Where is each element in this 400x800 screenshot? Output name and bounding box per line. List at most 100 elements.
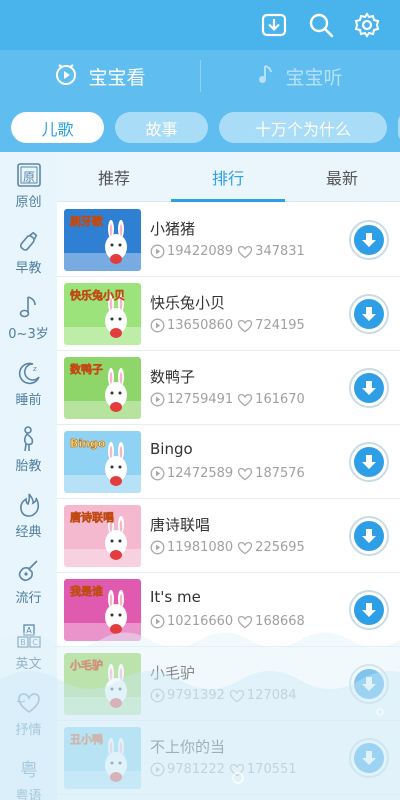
search-icon[interactable] <box>305 9 337 41</box>
sidebar-item-cantonese[interactable]: 粤 粤语 <box>0 746 57 800</box>
song-stats: 10216660 168668 <box>150 614 305 629</box>
play-count: 9781222 <box>167 762 225 777</box>
tab-ranking[interactable]: 排行 <box>171 152 285 202</box>
download-button[interactable] <box>349 590 389 630</box>
thumbnail-caption: 数鸭子 <box>70 362 103 376</box>
song-stats: 12472589 187576 <box>150 466 305 481</box>
chip-erge[interactable]: 儿歌 <box>11 112 104 143</box>
like-count: 127084 <box>246 688 297 703</box>
like-count: 347831 <box>255 244 305 259</box>
song-title: 快乐兔小贝 <box>150 294 226 312</box>
download-button[interactable] <box>349 368 389 408</box>
svg-text:C: C <box>32 638 38 647</box>
play-count: 13650860 <box>167 318 234 333</box>
sidebar-item-prenatal[interactable]: 胎教 <box>0 416 57 482</box>
heart-icon <box>237 467 253 481</box>
music-note-icon <box>257 63 275 90</box>
download-button[interactable] <box>349 294 389 334</box>
song-row[interactable]: 刷牙歌 小猪猪 19422089 347831 <box>57 203 400 277</box>
song-row[interactable]: 我是谁 It's me 10216660 168668 <box>57 573 400 647</box>
play-count-icon <box>150 688 165 703</box>
play-count-icon <box>150 614 165 629</box>
tab-label: 宝宝听 <box>285 66 343 89</box>
song-stats: 12759491 161670 <box>150 392 305 407</box>
download-arrow-icon <box>362 455 376 469</box>
song-thumbnail[interactable]: 刷牙歌 <box>64 209 141 271</box>
thumbnail-caption: 我是谁 <box>70 584 103 598</box>
play-count-icon <box>150 762 165 777</box>
sidebar-item-label: 胎教 <box>15 458 42 474</box>
play-count-icon <box>150 318 165 333</box>
tab-recommend[interactable]: 推荐 <box>57 152 171 202</box>
sidebar-item-label: 抒情 <box>15 722 42 738</box>
thumbnail-caption: 刷牙歌 <box>70 214 104 228</box>
download-button[interactable] <box>349 738 389 778</box>
song-thumbnail[interactable]: 快乐兔小贝 <box>64 283 141 345</box>
gear-icon[interactable] <box>351 9 383 41</box>
heart-icon <box>15 689 43 717</box>
heart-icon <box>237 393 253 407</box>
svg-text:原: 原 <box>22 170 34 184</box>
play-count-icon <box>150 540 165 555</box>
sidebar-item-label: 0~3岁 <box>8 326 49 342</box>
top-bar <box>0 0 400 50</box>
song-title: Bingo <box>150 440 193 458</box>
song-row[interactable]: 小毛驴 小毛驴 9791392 127084 <box>57 647 400 721</box>
song-thumbnail[interactable]: 唐诗联唱 <box>64 505 141 567</box>
song-row[interactable]: 丑小鸭 不上你的当 9781222 170551 <box>57 721 400 795</box>
thumbnail-caption: 唐诗联唱 <box>70 510 114 524</box>
heart-icon <box>229 689 245 703</box>
play-clock-icon <box>54 62 78 91</box>
sidebar-item-english[interactable]: ABC 英文 <box>0 614 57 680</box>
thumbnail-caption: 丑小鸭 <box>70 732 103 746</box>
guitar-icon <box>15 557 43 585</box>
tab-latest[interactable]: 最新 <box>285 152 399 202</box>
song-title: 小猪猪 <box>150 220 196 238</box>
download-arrow-icon <box>362 529 376 543</box>
sidebar-item-0-3[interactable]: 0~3岁 <box>0 284 57 350</box>
song-stats: 9781222 170551 <box>150 762 297 777</box>
chip-shiwan[interactable]: 十万个为什么 <box>219 112 387 143</box>
download-arrow-icon <box>362 603 376 617</box>
song-thumbnail[interactable]: Bingo <box>64 431 141 493</box>
tab-baobao-listen[interactable]: 宝宝听 <box>200 50 400 102</box>
chip-gushi[interactable]: 故事 <box>115 112 208 143</box>
song-thumbnail[interactable]: 数鸭子 <box>64 357 141 419</box>
song-thumbnail[interactable]: 小毛驴 <box>64 653 141 715</box>
tab-divider <box>200 60 201 92</box>
song-row[interactable]: Bingo Bingo 12472589 187576 <box>57 425 400 499</box>
song-row[interactable]: 数鸭子 数鸭子 12759491 161670 <box>57 351 400 425</box>
song-row[interactable]: 唐诗联唱 唐诗联唱 11981080 225695 <box>57 499 400 573</box>
download-box-icon[interactable] <box>258 9 290 41</box>
download-button[interactable] <box>349 442 389 482</box>
music-note-icon <box>15 293 43 321</box>
svg-text:A: A <box>26 626 32 635</box>
play-count: 10216660 <box>167 614 234 629</box>
song-title: 小毛驴 <box>150 664 196 682</box>
sidebar-item-label: 流行 <box>15 590 42 606</box>
song-thumbnail[interactable]: 丑小鸭 <box>64 727 141 789</box>
song-row[interactable]: 快乐兔小贝 快乐兔小贝 13650860 724195 <box>57 277 400 351</box>
cantonese-icon: 粤 <box>15 755 43 783</box>
like-count: 170551 <box>246 762 297 777</box>
main-tab-bar: 宝宝看 宝宝听 <box>0 50 400 102</box>
sidebar-item-early-edu[interactable]: 早教 <box>0 218 57 284</box>
download-button[interactable] <box>349 664 389 704</box>
play-count: 12472589 <box>167 466 234 481</box>
download-arrow-icon <box>362 233 376 247</box>
sidebar-item-popular[interactable]: 流行 <box>0 548 57 614</box>
heart-icon <box>237 615 253 629</box>
tab-baobao-watch[interactable]: 宝宝看 <box>0 50 200 102</box>
song-stats: 19422089 347831 <box>150 244 305 259</box>
play-count-icon <box>150 466 165 481</box>
song-thumbnail[interactable]: 我是谁 <box>64 579 141 641</box>
download-button[interactable] <box>349 220 389 260</box>
heart-icon <box>237 319 253 333</box>
play-count: 11981080 <box>167 540 234 555</box>
download-button[interactable] <box>349 516 389 556</box>
sidebar-item-bedtime[interactable]: z 睡前 <box>0 350 57 416</box>
sidebar-item-lyrical[interactable]: 抒情 <box>0 680 57 746</box>
sidebar-item-classic[interactable]: 经典 <box>0 482 57 548</box>
sidebar-item-original[interactable]: 原 原创 <box>0 152 57 218</box>
song-title: 不上你的当 <box>150 738 226 756</box>
